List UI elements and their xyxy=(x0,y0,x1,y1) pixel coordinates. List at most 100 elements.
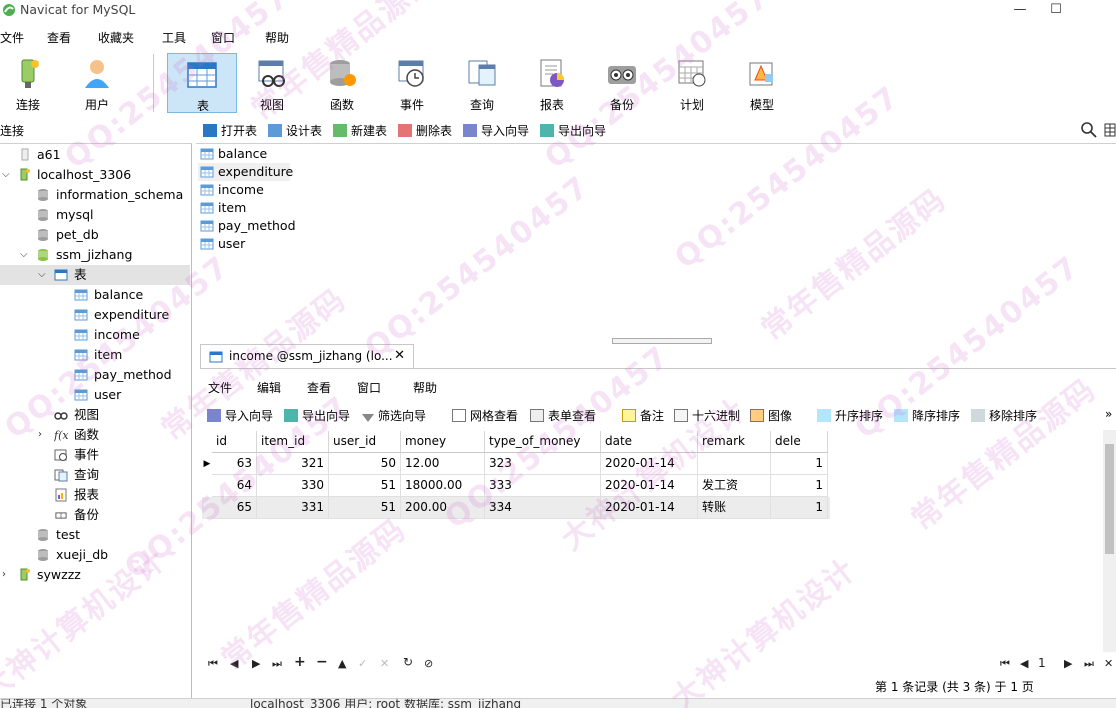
menu-file[interactable]: 文件 xyxy=(0,29,24,46)
toolbar-schedule-button[interactable]: 计划 xyxy=(659,52,725,114)
sort-ascending-button[interactable]: 升序排序 xyxy=(817,407,883,424)
object-table-balance[interactable]: balance xyxy=(198,145,288,163)
sort-descending-button[interactable]: 降序排序 xyxy=(894,407,960,424)
column-header-dele[interactable]: dele xyxy=(771,431,828,453)
tree-node-views[interactable]: 视图 xyxy=(0,405,190,425)
chevron-right-icon[interactable]: › xyxy=(2,565,6,585)
tree-item-sywzzz[interactable]: › sywzzz xyxy=(0,565,190,585)
search-icon[interactable] xyxy=(1080,121,1098,142)
last-record-icon[interactable]: ⏭ xyxy=(272,657,282,671)
tree-db-information-schema[interactable]: information_schema xyxy=(0,185,190,205)
column-header-money[interactable]: money xyxy=(401,431,485,453)
chevron-down-icon[interactable]: ⌵ xyxy=(2,165,10,185)
maximize-button[interactable]: ☐ xyxy=(1036,0,1076,22)
tree-db-mysql[interactable]: mysql xyxy=(0,205,190,225)
toolbar-model-button[interactable]: 模型 xyxy=(729,52,795,114)
tree-db-pet-db[interactable]: pet_db xyxy=(0,225,190,245)
object-table-income[interactable]: income xyxy=(198,181,288,199)
delete-record-icon[interactable]: − xyxy=(316,654,328,670)
tree-item-a61[interactable]: a61 xyxy=(0,145,190,165)
apply-changes-icon[interactable]: ▲ xyxy=(338,657,346,670)
next-record-icon[interactable]: ▶ xyxy=(252,657,260,670)
column-header-user-id[interactable]: user_id xyxy=(329,431,401,453)
add-record-icon[interactable]: + xyxy=(294,654,306,670)
next-page-icon[interactable]: ▶ xyxy=(1064,657,1072,670)
tree-db-ssm-jizhang[interactable]: ⌵ ssm_jizhang xyxy=(0,245,190,265)
import-wizard-button[interactable]: 导入向导 xyxy=(207,407,273,424)
toolbar-event-button[interactable]: 事件 xyxy=(379,52,445,114)
tree-table-income[interactable]: income xyxy=(0,325,190,345)
new-table-button[interactable]: 新建表 xyxy=(333,122,387,140)
editor-menu-edit[interactable]: 编辑 xyxy=(257,379,281,396)
object-table-item[interactable]: item xyxy=(198,199,288,217)
tree-db-xueji-db[interactable]: xueji_db xyxy=(0,545,190,565)
chevron-down-icon[interactable]: ⌵ xyxy=(20,245,28,265)
object-table-expenditure[interactable]: expenditure xyxy=(198,163,293,181)
tree-node-queries[interactable]: 查询 xyxy=(0,465,190,485)
memo-button[interactable]: 备注 xyxy=(622,407,664,424)
toolbar-query-button[interactable]: 查询 xyxy=(449,52,515,114)
export-wizard-button[interactable]: 导出向导 xyxy=(540,122,606,140)
column-header-remark[interactable]: remark xyxy=(698,431,771,453)
toolbar-table-button[interactable]: 表 xyxy=(167,53,237,113)
toolbar-view-button[interactable]: 视图 xyxy=(239,52,305,114)
menu-tools[interactable]: 工具 xyxy=(162,29,186,46)
delete-table-button[interactable]: 删除表 xyxy=(398,122,452,140)
table-row[interactable]: ▶ 63 321 50 12.00 323 2020-01-14 1 xyxy=(202,453,830,475)
table-row[interactable]: 65 331 51 200.00 334 2020-01-14 转账 1 xyxy=(202,497,830,519)
export-wizard-button[interactable]: 导出向导 xyxy=(284,407,350,424)
toolbar-report-button[interactable]: 报表 xyxy=(519,52,585,114)
open-table-button[interactable]: 打开表 xyxy=(203,122,257,140)
form-view-button[interactable]: 表单查看 xyxy=(530,407,596,424)
menu-window[interactable]: 窗口 xyxy=(211,29,235,46)
settings-icon[interactable]: ✕ xyxy=(1104,657,1113,670)
toolbar-user-button[interactable]: 用户 xyxy=(64,52,130,114)
tab-income-editor[interactable]: income @ssm_jizhang (lo... ✕ xyxy=(200,344,414,368)
object-table-pay-method[interactable]: pay_method xyxy=(198,217,296,235)
confirm-icon[interactable]: ✓ xyxy=(358,657,367,670)
menu-help[interactable]: 帮助 xyxy=(265,29,289,46)
tree-table-pay-method[interactable]: pay_method xyxy=(0,365,190,385)
first-page-icon[interactable]: ⏮ xyxy=(1000,657,1010,671)
column-header-id[interactable]: id xyxy=(212,431,257,453)
chevron-down-icon[interactable]: ⌵ xyxy=(38,265,46,285)
chevron-right-icon[interactable]: › xyxy=(38,425,42,445)
last-page-icon[interactable]: ⏭ xyxy=(1084,657,1094,671)
column-header-type-of-money[interactable]: type_of_money xyxy=(485,431,601,453)
scrollbar-thumb[interactable] xyxy=(1105,444,1114,554)
menu-favorites[interactable]: 收藏夹 xyxy=(98,29,134,46)
editor-menu-window[interactable]: 窗口 xyxy=(357,379,381,396)
tree-node-reports[interactable]: 报表 xyxy=(0,485,190,505)
object-table-user[interactable]: user xyxy=(198,235,288,253)
tree-db-test[interactable]: test xyxy=(0,525,190,545)
previous-record-icon[interactable]: ◀ xyxy=(230,657,238,670)
panel-splitter-handle[interactable] xyxy=(612,338,712,344)
toolbar-overflow-icon[interactable]: » xyxy=(1105,407,1112,421)
toolbar-function-button[interactable]: 函数 xyxy=(309,52,375,114)
table-row[interactable]: 64 330 51 18000.00 333 2020-01-14 发工资 1 xyxy=(202,475,830,497)
tree-node-events[interactable]: 事件 xyxy=(0,445,190,465)
grid-vertical-scrollbar[interactable] xyxy=(1103,430,1116,652)
editor-menu-file[interactable]: 文件 xyxy=(208,379,232,396)
tree-table-balance[interactable]: balance xyxy=(0,285,190,305)
import-wizard-button[interactable]: 导入向导 xyxy=(463,122,529,140)
editor-menu-help[interactable]: 帮助 xyxy=(413,379,437,396)
first-record-icon[interactable]: ⏮ xyxy=(208,657,218,671)
tree-node-backups[interactable]: 备份 xyxy=(0,505,190,525)
tree-item-localhost[interactable]: ⌵ localhost_3306 xyxy=(0,165,190,185)
tree-node-tables[interactable]: ⌵ 表 xyxy=(0,265,190,285)
editor-menu-view[interactable]: 查看 xyxy=(307,379,331,396)
toolbar-connect-button[interactable]: 连接 xyxy=(0,52,61,114)
tree-table-user[interactable]: user xyxy=(0,385,190,405)
tree-table-expenditure[interactable]: expenditure xyxy=(0,305,190,325)
column-header-date[interactable]: date xyxy=(601,431,698,453)
previous-page-icon[interactable]: ◀ xyxy=(1020,657,1028,670)
image-button[interactable]: 图像 xyxy=(750,407,792,424)
page-number[interactable]: 1 xyxy=(1038,656,1046,670)
column-header-item-id[interactable]: item_id xyxy=(257,431,329,453)
toolbar-backup-button[interactable]: 备份 xyxy=(589,52,655,114)
design-table-button[interactable]: 设计表 xyxy=(268,122,322,140)
stop-icon[interactable]: ⊘ xyxy=(424,657,433,670)
menu-view[interactable]: 查看 xyxy=(47,29,71,46)
grid-view-button[interactable]: 网格查看 xyxy=(452,407,518,424)
